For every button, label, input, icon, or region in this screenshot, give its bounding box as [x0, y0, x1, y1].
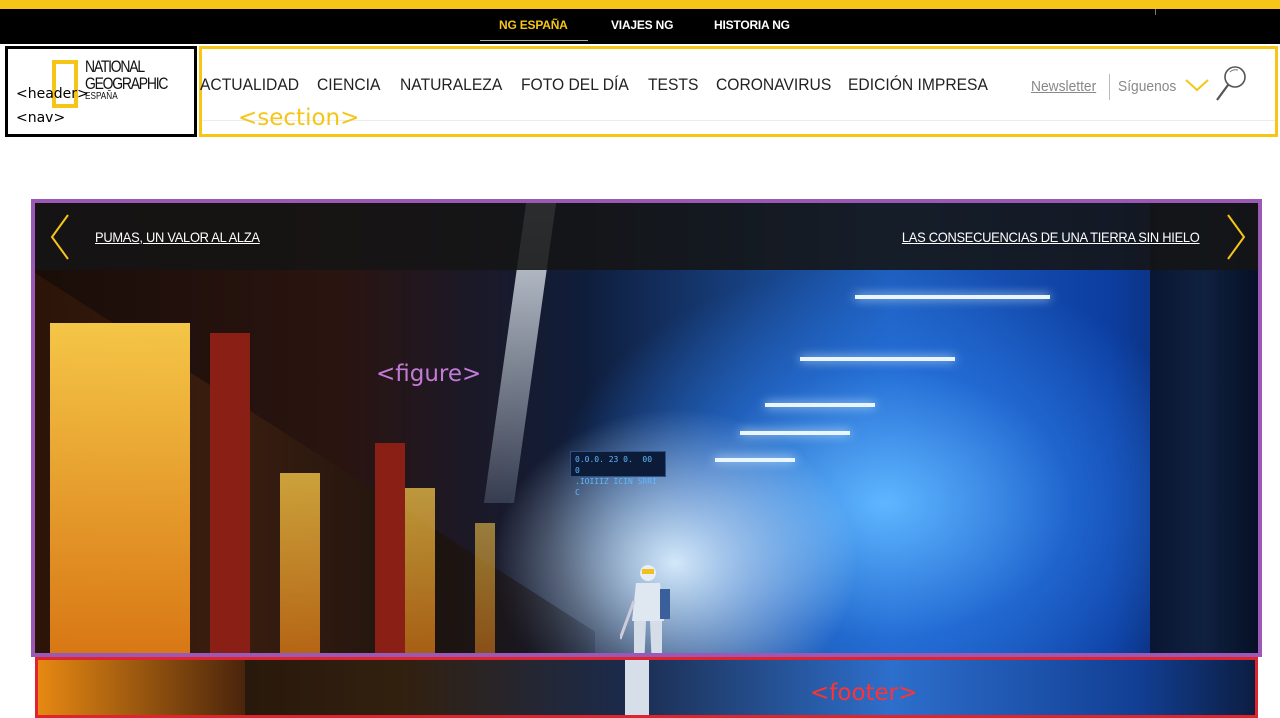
chevron-left-icon[interactable]	[49, 213, 71, 261]
ceiling-light	[715, 458, 795, 462]
nav-item-ciencia[interactable]: CIENCIA	[317, 75, 380, 95]
train-red-panel	[375, 443, 405, 653]
nav-tag-label: <nav>	[16, 110, 66, 126]
chevron-down-icon[interactable]	[1184, 77, 1210, 93]
section-bottom-rule	[202, 120, 1275, 121]
nav-item-edicion-impresa[interactable]: EDICIÓN IMPRESA	[848, 75, 988, 95]
nav-item-naturaleza[interactable]: NATURALEZA	[400, 75, 502, 95]
top-nav-active-underline	[480, 40, 588, 41]
ceiling-light	[800, 357, 955, 361]
top-nav-ng-espana[interactable]: NG ESPAÑA	[499, 18, 568, 32]
nav-item-actualidad[interactable]: ACTUALIDAD	[200, 75, 299, 95]
logo-line-2: GEOGRAPHIC	[85, 74, 168, 93]
ceiling-light	[765, 403, 875, 407]
header-region: NATIONAL GEOGRAPHIC ESPAÑA <header> <nav…	[5, 46, 197, 137]
figure-tag-label: <figure>	[376, 361, 482, 387]
section-region: ACTUALIDAD CIENCIA NATURALEZA FOTO DEL D…	[199, 46, 1278, 137]
train-window	[405, 488, 435, 653]
section-tag-label: <section>	[238, 105, 360, 131]
prev-slide-link[interactable]: PUMAS, UN VALOR AL ALZA	[95, 229, 260, 245]
station-pillar	[1150, 203, 1258, 653]
ceiling-light	[855, 295, 1050, 299]
next-slide-link[interactable]: LAS CONSECUENCIAS DE UNA TIERRA SIN HIEL…	[902, 229, 1200, 245]
top-bar: NG ESPAÑA VIAJES NG HISTORIA NG	[0, 9, 1280, 44]
worker-in-protective-suit	[620, 565, 670, 653]
slider-nav-bar: PUMAS, UN VALOR AL ALZA LAS CONSECUENCIA…	[35, 203, 1258, 270]
logo-line-3: ESPAÑA	[85, 91, 118, 102]
nav-item-foto-del-dia[interactable]: FOTO DEL DÍA	[521, 75, 629, 95]
nav-divider	[1109, 74, 1110, 100]
train-red-panel	[210, 333, 250, 653]
header-tag-label: <header>	[16, 86, 89, 102]
top-accent-bar	[0, 0, 1280, 9]
chevron-right-icon[interactable]	[1225, 213, 1247, 261]
logo-line-1: NATIONAL	[85, 57, 145, 76]
newsletter-link[interactable]: Newsletter	[1031, 78, 1096, 95]
hero-photo-subway: 0.0.0. 23 0. 00 0 .IOIIIZ ICIN SRRI C	[35, 203, 1258, 653]
top-nav-historia-ng[interactable]: HISTORIA NG	[714, 18, 790, 32]
train-window	[280, 473, 320, 653]
logo-wordmark: NATIONAL GEOGRAPHIC ESPAÑA	[85, 57, 168, 102]
top-nav: NG ESPAÑA VIAJES NG HISTORIA NG	[0, 9, 1280, 44]
train-window	[475, 523, 495, 653]
train-open-door	[50, 323, 190, 653]
platform-led-sign: 0.0.0. 23 0. 00 0 .IOIIIZ ICIN SRRI C	[570, 451, 666, 497]
follow-menu[interactable]: Síguenos	[1118, 78, 1176, 95]
nav-item-tests[interactable]: TESTS	[648, 75, 698, 95]
nav-item-coronavirus[interactable]: CORONAVIRUS	[716, 75, 831, 95]
footer-tag-label: <footer>	[810, 680, 918, 706]
footer-region: <footer>	[35, 657, 1258, 718]
ceiling-light	[740, 431, 850, 435]
search-icon[interactable]	[1214, 64, 1248, 104]
figure-region: 0.0.0. 23 0. 00 0 .IOIIIZ ICIN SRRI C PUM…	[31, 199, 1262, 657]
top-nav-viajes-ng[interactable]: VIAJES NG	[611, 18, 673, 32]
